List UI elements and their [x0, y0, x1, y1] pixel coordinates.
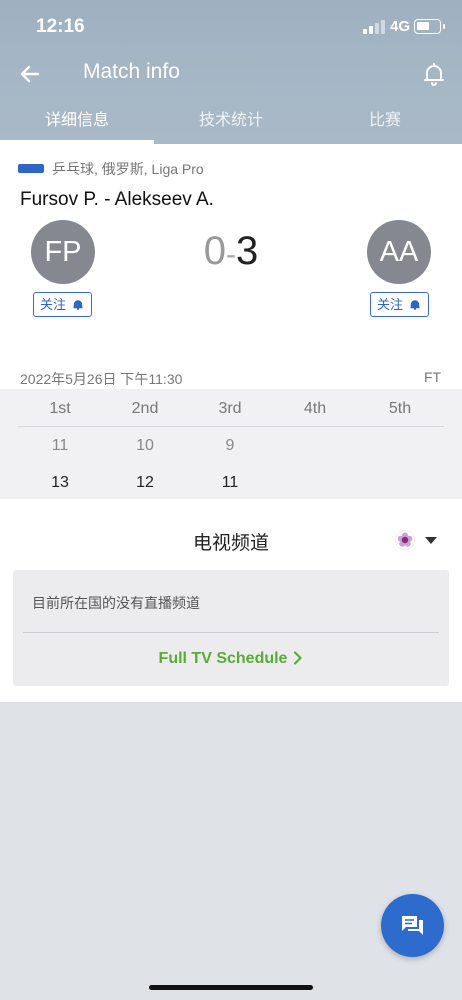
full-tv-schedule-label: Full TV Schedule	[158, 650, 288, 667]
period-header: 2nd	[131, 400, 159, 417]
period-scores-table: 1st 2nd 3rd 4th 5th 11 10 9 13 12 11	[0, 389, 462, 499]
match-datetime: 2022年5月26日 下午11:30	[20, 371, 183, 387]
home-indicator	[149, 985, 313, 990]
page-title: Match info	[83, 60, 180, 83]
full-tv-schedule-link[interactable]: Full TV Schedule	[13, 650, 449, 668]
battery-icon	[414, 19, 445, 34]
notification-button[interactable]	[418, 58, 450, 90]
period-header: 3rd	[218, 400, 242, 417]
tv-section-title: 电视频道	[192, 533, 269, 554]
home-score: 0	[203, 229, 226, 273]
follow-label: 关注	[40, 297, 67, 312]
region-dropdown-caret-icon[interactable]	[425, 537, 437, 544]
score-separator: -	[226, 238, 236, 271]
region-flag-icon[interactable]	[395, 530, 415, 550]
tab-details[interactable]: 详细信息	[0, 100, 154, 144]
bell-icon	[73, 300, 83, 310]
home-avatar[interactable]: FP	[31, 220, 95, 284]
follow-label: 关注	[377, 297, 404, 312]
period-header: 5th	[388, 400, 412, 417]
status-bar: 12:16 4G	[0, 0, 462, 50]
tv-info-box: 目前所在国的没有直播频道 Full TV Schedule	[13, 570, 449, 686]
tv-channels-section: 电视频道 目前所在国的没有直播频道 Full TV Schedule	[0, 500, 462, 702]
follow-home-button[interactable]: 关注	[33, 292, 92, 317]
tv-empty-message: 目前所在国的没有直播频道	[32, 595, 200, 611]
match-status: FT	[424, 369, 442, 385]
home-period-score: 10	[136, 437, 154, 454]
divider	[23, 632, 439, 633]
home-period-score: 11	[51, 437, 69, 454]
network-type: 4G	[390, 18, 411, 35]
bell-icon	[410, 300, 420, 310]
status-time: 12:16	[36, 16, 85, 37]
tab-matches[interactable]: 比赛	[308, 100, 462, 144]
away-period-score: 13	[51, 474, 69, 491]
away-score: 3	[236, 229, 259, 273]
tab-bar: 详细信息 技术统计 比赛	[0, 100, 462, 144]
period-header: 1st	[49, 400, 71, 417]
period-header: 4th	[303, 400, 327, 417]
chevron-right-icon	[294, 651, 303, 665]
arrow-left-icon	[20, 65, 40, 83]
back-button[interactable]	[14, 58, 46, 90]
app-header: 12:16 4G Match info 详细信息 技术统计 比赛	[0, 0, 462, 144]
follow-away-button[interactable]: 关注	[370, 292, 429, 317]
score: 0-3	[196, 228, 266, 278]
signal-icon	[363, 20, 385, 34]
home-period-score: 9	[225, 437, 235, 454]
away-period-score: 12	[136, 474, 154, 491]
tab-stats[interactable]: 技术统计	[154, 100, 308, 144]
match-title: Fursov P. - Alekseev A.	[20, 189, 214, 210]
away-avatar[interactable]: AA	[367, 220, 431, 284]
chat-icon	[402, 916, 423, 935]
league-name: 乒乓球, 俄罗斯, Liga Pro	[52, 161, 204, 177]
chat-button[interactable]	[381, 894, 444, 957]
table-divider	[18, 426, 444, 427]
league-logo-icon	[18, 164, 44, 173]
bell-icon	[424, 63, 444, 86]
away-period-score: 11	[221, 474, 239, 491]
